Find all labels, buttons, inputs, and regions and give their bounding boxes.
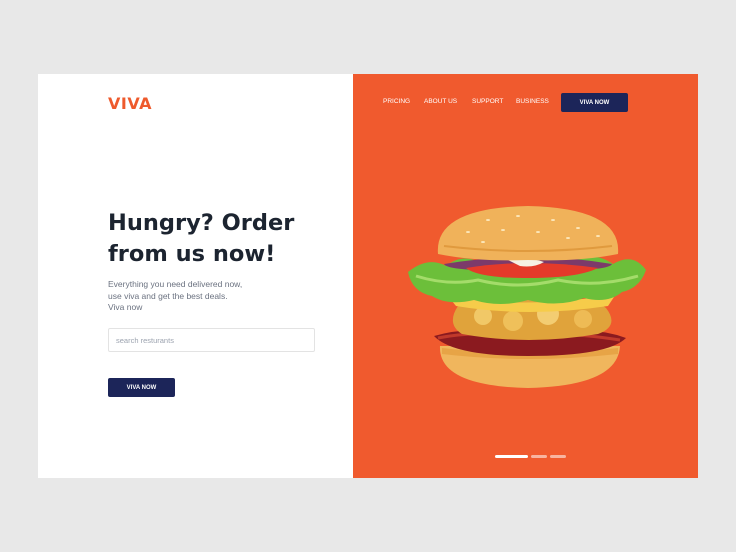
logo-text: VIVA xyxy=(108,93,153,113)
hero-subtext-line-2: use viva and get the best deals. xyxy=(108,290,228,301)
carousel-dot-3[interactable] xyxy=(550,455,566,458)
carousel-dot-2[interactable] xyxy=(531,455,547,458)
nav-viva-now-button[interactable]: VIVA NOW xyxy=(561,93,628,112)
hero-subtext-line-1: Everything you need delivered now, xyxy=(108,279,243,289)
burger-image xyxy=(408,206,646,388)
hero-subtext-line-3: Viva now xyxy=(108,302,143,312)
nav-business[interactable]: BUSINESS xyxy=(516,98,549,105)
nav-support[interactable]: SUPPORT xyxy=(472,98,503,105)
hero-headline: Hungry? Order from us now! xyxy=(108,210,295,267)
left-panel: VIVA Hungry? Order from us now! Everythi… xyxy=(38,74,353,478)
viva-logo[interactable]: VIVA xyxy=(108,92,152,114)
viva-now-button[interactable]: VIVA NOW xyxy=(108,378,175,397)
search-restaurants-input[interactable] xyxy=(108,328,315,352)
landing-page: VIVA Hungry? Order from us now! Everythi… xyxy=(38,74,698,478)
carousel-dot-1[interactable] xyxy=(495,455,528,458)
nav-about-us[interactable]: ABOUT US xyxy=(424,98,457,105)
hero-subtext: Everything you need delivered now, use v… xyxy=(108,279,308,314)
nav-pricing[interactable]: PRICING xyxy=(383,98,410,105)
